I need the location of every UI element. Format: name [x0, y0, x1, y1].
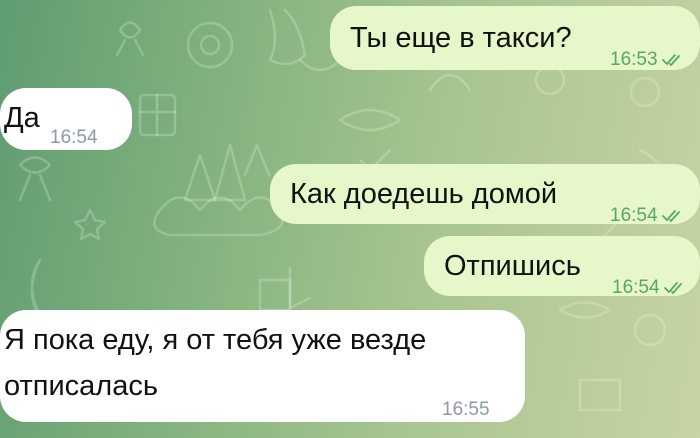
message-text: Отпишись: [444, 250, 581, 282]
message-text: Да: [4, 102, 40, 134]
message-outgoing-3[interactable]: Отпишись 16:54: [424, 236, 700, 298]
message-incoming-1[interactable]: Да 16:54: [0, 88, 132, 150]
message-time: 16:54: [610, 205, 658, 226]
message-text: Как доедешь домой: [290, 178, 558, 210]
message-meta: 16:54: [612, 266, 686, 310]
message-text-line-1: Я пока еду, я от тебя уже везде: [4, 324, 427, 356]
message-time: 16:53: [610, 49, 658, 70]
message-outgoing-1[interactable]: Ты еще в такси? 16:53: [330, 6, 700, 70]
message-outgoing-2[interactable]: Как доедешь домой 16:54: [270, 164, 700, 226]
double-check-icon: [661, 54, 680, 66]
double-check-icon: [661, 210, 680, 222]
message-time: 16:55: [442, 399, 490, 420]
message-meta: 16:53: [610, 38, 684, 82]
message-time: 16:54: [612, 277, 660, 298]
double-check-icon: [663, 282, 682, 294]
message-meta: 16:54: [610, 194, 684, 238]
message-text: Ты еще в такси?: [350, 22, 572, 54]
message-time: 16:54: [50, 127, 98, 148]
message-meta: 16:55: [442, 388, 490, 432]
message-text-line-2: отписалась: [4, 370, 158, 402]
message-meta: 16:54: [50, 116, 98, 160]
message-incoming-2[interactable]: Я пока еду, я от тебя уже везде отписала…: [0, 310, 525, 422]
